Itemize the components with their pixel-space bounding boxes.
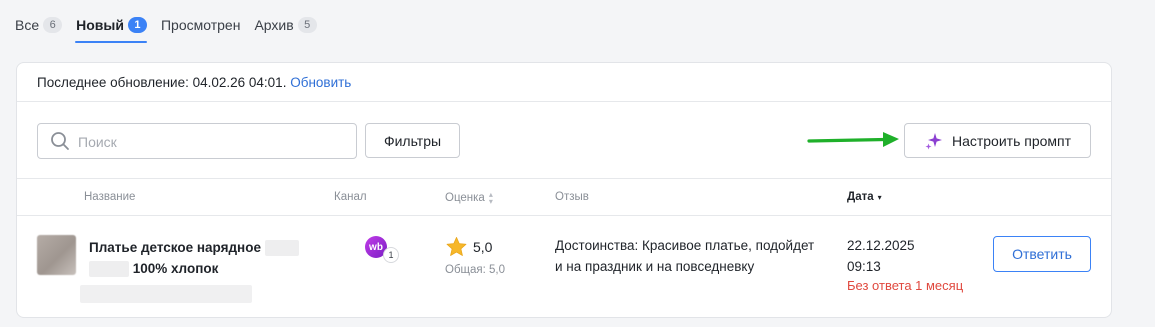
tab-count-badge: 5 bbox=[297, 17, 317, 33]
search-box bbox=[37, 123, 357, 160]
column-header-label: Отзыв bbox=[555, 191, 589, 203]
column-header-label: Оценка bbox=[445, 192, 485, 204]
last-update-text: Последнее обновление: 04.02.26 04:01. bbox=[37, 75, 287, 90]
column-header-rating[interactable]: Оценка ▴ ▾ bbox=[445, 190, 493, 206]
search-icon bbox=[51, 132, 69, 150]
last-update: Последнее обновление: 04.02.26 04:01. Об… bbox=[37, 75, 351, 90]
tab-viewed[interactable]: Просмотрен bbox=[161, 13, 240, 37]
review-date: 22.12.2025 09:13 bbox=[847, 235, 915, 277]
blurred-text bbox=[264, 240, 299, 257]
filters-button[interactable]: Фильтры bbox=[365, 123, 460, 158]
column-header-date[interactable]: Дата ▾ bbox=[847, 191, 882, 203]
product-name[interactable]: Платье детское нарядное 100% хлопок bbox=[89, 237, 319, 279]
divider bbox=[17, 215, 1111, 216]
rating-total: Общая: 5,0 bbox=[445, 264, 505, 276]
tab-label: Просмотрен bbox=[160, 17, 241, 33]
arrow-right-icon bbox=[807, 132, 899, 147]
configure-prompt-button[interactable]: Настроить промпт bbox=[904, 123, 1091, 158]
sort-desc-icon: ▾ bbox=[877, 192, 882, 202]
status-tabs: Все 6 Новый 1 Просмотрен Архив 5 bbox=[15, 13, 331, 43]
column-header-name: Название bbox=[84, 191, 135, 203]
review-date-time: 09:13 bbox=[847, 259, 881, 274]
product-thumbnail[interactable] bbox=[37, 235, 76, 275]
divider bbox=[17, 101, 1111, 102]
blurred-text bbox=[89, 261, 129, 278]
search-input[interactable] bbox=[76, 124, 350, 160]
tab-count-badge: 6 bbox=[43, 17, 63, 33]
sort-icon: ▴ ▾ bbox=[488, 190, 493, 206]
configure-prompt-label: Настроить промпт bbox=[951, 132, 1072, 149]
channel-count-badge: 1 bbox=[383, 247, 399, 263]
reply-button[interactable]: Ответить bbox=[993, 236, 1091, 272]
review-date-day: 22.12.2025 bbox=[847, 238, 915, 253]
star-icon bbox=[446, 237, 467, 256]
product-name-line1: Платье детское нарядное bbox=[89, 240, 261, 255]
tab-archive[interactable]: Архив 5 bbox=[254, 13, 317, 37]
column-header-channel: Канал bbox=[334, 191, 367, 203]
status-badge: Без ответа 1 месяц bbox=[847, 278, 964, 293]
tab-label: Архив bbox=[254, 17, 294, 33]
tab-label: Новый bbox=[76, 17, 124, 33]
tab-all[interactable]: Все 6 bbox=[15, 13, 63, 37]
tab-new[interactable]: Новый 1 bbox=[75, 13, 147, 43]
product-name-line2: 100% хлопок bbox=[132, 261, 219, 276]
review-text: Достоинства: Красивое платье, подойдет и… bbox=[555, 238, 815, 274]
tab-count-badge: 1 bbox=[127, 17, 147, 33]
divider bbox=[17, 178, 1111, 179]
column-header-label: Дата bbox=[847, 191, 874, 203]
reviews-card: Последнее обновление: 04.02.26 04:01. Об… bbox=[16, 62, 1112, 318]
column-header-review: Отзыв bbox=[555, 191, 589, 203]
blurred-sku bbox=[80, 285, 252, 303]
column-header-label: Канал bbox=[334, 191, 367, 203]
refresh-link[interactable]: Обновить bbox=[290, 75, 351, 90]
sparkle-icon bbox=[925, 132, 942, 149]
tab-label: Все bbox=[15, 17, 40, 33]
column-header-label: Название bbox=[84, 191, 136, 203]
rating-value: 5,0 bbox=[473, 239, 493, 255]
